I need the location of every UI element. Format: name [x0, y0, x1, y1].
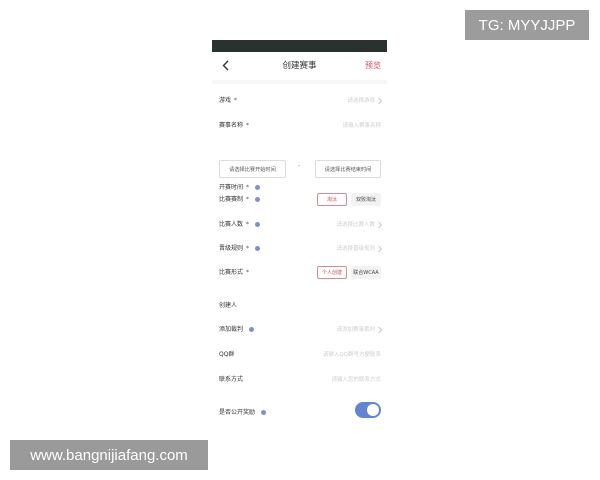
contact-row[interactable]: 联系方式 请输入您的联系方式: [212, 369, 387, 391]
game-row[interactable]: 游戏 * 请选择游戏: [212, 90, 387, 112]
game-label: 游戏 *: [219, 97, 238, 104]
toggle-knob: [367, 404, 379, 416]
mode-option-joint-wcaa[interactable]: 联合WCAA: [351, 266, 381, 279]
players-select[interactable]: 请选择比赛人数: [336, 214, 375, 236]
contact-input[interactable]: 请输入您的联系方式: [331, 369, 381, 391]
referee-select[interactable]: 请添加赛事裁判: [336, 319, 375, 341]
info-icon[interactable]: [249, 327, 255, 332]
mode-option-personal[interactable]: 个人创建: [317, 266, 347, 279]
preview-button[interactable]: 预览: [365, 52, 381, 80]
players-row[interactable]: 比赛人数 * 请选择比赛人数: [212, 214, 387, 236]
site-watermark: www.bangnijiafang.com: [10, 440, 208, 470]
advance-rule-label: 晋级规则 *: [219, 238, 261, 260]
format-label: 比赛赛制 *: [219, 189, 261, 211]
status-bar: [212, 40, 387, 52]
creator-label: 创建人: [219, 302, 238, 309]
format-option-elimination[interactable]: 淘汰: [317, 193, 347, 206]
info-icon[interactable]: [255, 197, 261, 202]
event-name-input[interactable]: 请输入赛事名称: [342, 115, 381, 137]
info-icon[interactable]: [261, 410, 267, 415]
back-button[interactable]: [217, 56, 233, 74]
event-name-row[interactable]: 赛事名称 * 请输入赛事名称: [212, 115, 387, 137]
players-label: 比赛人数 *: [219, 214, 261, 236]
referee-row[interactable]: 添加裁判 请添加赛事裁判: [212, 319, 387, 341]
phone-screen: 创建赛事 预览 游戏 * 请选择游戏 赛事名称 * 请输入赛事名称 开赛时间 * 请选…: [212, 40, 387, 440]
mode-label: 比赛形式 *: [219, 269, 250, 276]
qq-group-label: QQ群: [219, 351, 235, 358]
qq-group-row[interactable]: QQ群 请输入QQ群号方便联系: [212, 344, 387, 366]
page-title: 创建赛事: [282, 61, 317, 71]
event-name-label: 赛事名称 *: [219, 122, 250, 129]
public-reward-label: 是否公开奖励: [219, 402, 267, 424]
nav-bar: 创建赛事 预览: [212, 52, 387, 80]
referee-label: 添加裁判: [219, 319, 255, 341]
chevron-right-icon: [378, 97, 383, 105]
date-separator: -: [298, 162, 301, 169]
public-reward-toggle[interactable]: [355, 402, 381, 418]
chevron-right-icon: [378, 326, 383, 334]
qq-group-input[interactable]: 请输入QQ群号方便联系: [323, 344, 381, 366]
format-option-double-elimination[interactable]: 双败淘汰: [351, 193, 381, 206]
end-date-picker[interactable]: 请选择比赛结束时间: [315, 160, 381, 178]
advance-rule-select[interactable]: 请选择晋级规则: [336, 238, 375, 260]
game-select[interactable]: 请选择游戏: [347, 90, 375, 112]
info-icon[interactable]: [255, 246, 261, 251]
create-event-form: 游戏 * 请选择游戏 赛事名称 * 请输入赛事名称 开赛时间 * 请选择比赛开始时间 …: [212, 84, 387, 440]
tg-watermark: TG: MYYJJPP: [465, 10, 589, 40]
start-date-picker[interactable]: 请选择比赛开始时间: [219, 160, 286, 178]
chevron-right-icon: [378, 221, 383, 229]
info-icon[interactable]: [255, 222, 261, 227]
advance-rule-row[interactable]: 晋级规则 * 请选择晋级规则: [212, 238, 387, 260]
chevron-right-icon: [378, 245, 383, 253]
contact-label: 联系方式: [219, 376, 244, 383]
creator-row: 创建人: [212, 295, 387, 317]
chevron-left-icon: [222, 60, 228, 70]
